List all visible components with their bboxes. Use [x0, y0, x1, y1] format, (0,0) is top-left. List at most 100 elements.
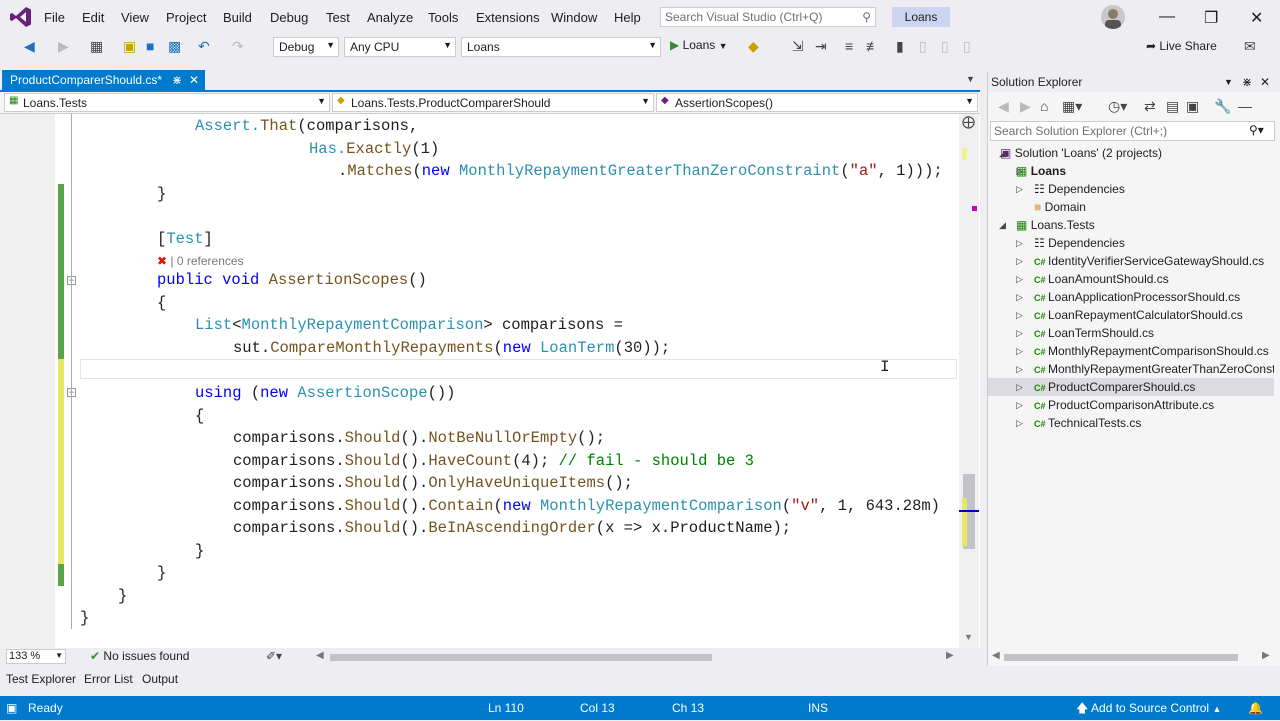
new-project-icon[interactable]: ▦	[90, 38, 103, 55]
menu-window[interactable]: Window	[551, 10, 597, 25]
split-icon[interactable]: ⨁	[962, 114, 975, 130]
scroll-left-icon[interactable]: ◀	[992, 650, 1000, 661]
close-icon[interactable]: ✕	[1260, 72, 1270, 92]
horizontal-scroll-thumb[interactable]	[1004, 654, 1238, 661]
collapse-all-icon[interactable]: ▤	[1166, 98, 1179, 115]
uncomment-icon[interactable]: ≢	[866, 38, 880, 54]
pending-changes-icon[interactable]: ◷▾	[1108, 98, 1127, 115]
startup-project-dropdown[interactable]: Loans ▼	[461, 37, 661, 57]
save-icon[interactable]: ■	[146, 38, 154, 54]
scroll-left-icon[interactable]: ◀	[316, 650, 324, 661]
tree-item-dependencies[interactable]: ☷ Dependencies	[1034, 234, 1125, 252]
add-to-source-control-button[interactable]: 🡅 Add to Source Control ▲	[1076, 696, 1221, 721]
tree-item-file[interactable]: C# LoanRepaymentCalculatorShould.cs	[1034, 306, 1243, 324]
member-dropdown[interactable]: ◆ AssertionScopes() ▼	[656, 93, 978, 112]
code-editor[interactable]: − − Assert.That(comparisons, Has.Exactly…	[0, 114, 980, 648]
tab-test-explorer[interactable]: Test Explorer	[6, 672, 76, 686]
vertical-scrollbar[interactable]: ⨁ ▼	[959, 114, 979, 648]
zoom-dropdown[interactable]: 133 % ▼	[6, 649, 66, 664]
attach-icon[interactable]: ◆	[748, 38, 759, 55]
menu-view[interactable]: View	[121, 10, 149, 25]
bookmark-icon[interactable]: ▮	[896, 38, 904, 55]
codelens-references[interactable]: ✖ | 0 references	[157, 254, 244, 268]
clear-bookmarks-icon[interactable]: ▯	[963, 38, 971, 55]
back-icon[interactable]: ◀	[998, 98, 1009, 115]
collapsed-arrow-icon[interactable]: ▷	[1016, 346, 1023, 357]
chevron-down-icon[interactable]: ▼	[1224, 72, 1233, 92]
menu-project[interactable]: Project	[166, 10, 206, 25]
tab-output[interactable]: Output	[142, 672, 178, 686]
switch-views-icon[interactable]: ▦▾	[1062, 98, 1082, 115]
close-icon[interactable]: ✕	[189, 70, 199, 90]
redo-icon[interactable]: ↷	[232, 38, 244, 55]
tree-item-dependencies[interactable]: ☷ Dependencies	[1034, 180, 1125, 198]
menu-file[interactable]: File	[44, 10, 65, 25]
collapsed-arrow-icon[interactable]: ▷	[1016, 292, 1023, 303]
expanded-arrow-icon[interactable]: ◢	[999, 220, 1006, 231]
tree-item-file[interactable]: C# TechnicalTests.cs	[1034, 414, 1141, 432]
expanded-arrow-icon[interactable]: ◢	[999, 148, 1006, 159]
back-icon[interactable]: ◀	[24, 38, 35, 55]
menu-test[interactable]: Test	[326, 10, 350, 25]
tree-item-file[interactable]: C# IdentityVerifierServiceGatewayShould.c…	[1034, 252, 1264, 270]
live-share-button[interactable]: ➦ Live Share	[1146, 39, 1217, 53]
configuration-dropdown[interactable]: Debug ▼	[273, 37, 339, 57]
forward-icon[interactable]: ▶	[1020, 98, 1031, 115]
collapsed-arrow-icon[interactable]: ▷	[1016, 274, 1023, 285]
show-all-files-icon[interactable]: ▣	[1186, 98, 1199, 115]
tree-item-domain[interactable]: ■ Domain	[1034, 198, 1086, 216]
collapsed-arrow-icon[interactable]: ▷	[1016, 400, 1023, 411]
tree-item-file[interactable]: C# MonthlyRepaymentComparisonShould.cs	[1034, 342, 1274, 360]
menu-help[interactable]: Help	[614, 10, 641, 25]
menu-analyze[interactable]: Analyze	[367, 10, 413, 25]
class-dropdown[interactable]: ◆ Loans.Tests.ProductComparerShould ▼	[332, 93, 654, 112]
avatar[interactable]	[1101, 5, 1125, 29]
collapsed-arrow-icon[interactable]: ▷	[1016, 418, 1023, 429]
properties-icon[interactable]: 🔧	[1214, 98, 1231, 115]
preview-icon[interactable]: —	[1238, 98, 1252, 114]
collapsed-arrow-icon[interactable]: ▷	[1016, 238, 1023, 249]
horizontal-scroll-thumb[interactable]	[330, 654, 712, 661]
undo-icon[interactable]: ↶	[198, 38, 210, 55]
solution-search-input[interactable]: Search Solution Explorer (Ctrl+;) ⚲▾	[990, 121, 1275, 141]
brush-icon[interactable]: ✐▾	[266, 649, 282, 663]
save-all-icon[interactable]: ▩	[168, 38, 181, 55]
open-folder-icon[interactable]: ▣	[123, 38, 136, 55]
tab-error-list[interactable]: Error List	[84, 672, 133, 686]
issues-indicator[interactable]: ✔ No issues found	[90, 649, 189, 663]
pin-icon[interactable]: ⋇	[1242, 72, 1252, 92]
menu-edit[interactable]: Edit	[82, 10, 104, 25]
platform-dropdown[interactable]: Any CPU ▼	[344, 37, 456, 57]
sync-icon[interactable]: ⇄	[1144, 98, 1156, 115]
comment-icon[interactable]: ≡	[845, 38, 853, 54]
menu-build[interactable]: Build	[223, 10, 252, 25]
tree-item-file-selected[interactable]: C# ProductComparerShould.cs	[1034, 378, 1195, 396]
tree-item-project-loans[interactable]: ▦ Loans	[1016, 162, 1066, 180]
collapsed-arrow-icon[interactable]: ▷	[1016, 310, 1023, 321]
restore-icon[interactable]: ❐	[1204, 8, 1218, 28]
step-icon[interactable]: ⇲	[792, 38, 804, 55]
solution-name-badge[interactable]: Loans	[892, 7, 950, 27]
chevron-down-icon[interactable]: ▼	[964, 632, 973, 642]
feedback-icon[interactable]: ✉	[1244, 38, 1256, 55]
menu-extensions[interactable]: Extensions	[476, 10, 540, 25]
tree-item-project-loans-tests[interactable]: ▦ Loans.Tests	[1016, 216, 1095, 234]
home-icon[interactable]: ⌂	[1040, 98, 1048, 114]
collapsed-arrow-icon[interactable]: ▷	[1016, 256, 1023, 267]
scroll-right-icon[interactable]: ▶	[946, 650, 954, 661]
project-dropdown[interactable]: ▦ Loans.Tests ▼	[4, 93, 330, 112]
pin-icon[interactable]: ⋇	[172, 70, 182, 90]
collapsed-arrow-icon[interactable]: ▷	[1016, 184, 1023, 195]
search-input[interactable]: Search Visual Studio (Ctrl+Q) ⚲	[660, 7, 876, 27]
menu-debug[interactable]: Debug	[270, 10, 308, 25]
menu-tools[interactable]: Tools	[428, 10, 458, 25]
prev-bookmark-icon[interactable]: ▯	[919, 38, 927, 55]
tree-item-file[interactable]: C# LoanTermShould.cs	[1034, 324, 1154, 342]
notifications-icon[interactable]: 🔔	[1248, 696, 1263, 720]
tree-item-solution[interactable]: ▣ Solution 'Loans' (2 projects)	[1000, 144, 1162, 162]
tree-item-file[interactable]: C# ProductComparisonAttribute.cs	[1034, 396, 1214, 414]
close-icon[interactable]: ✕	[1250, 8, 1263, 28]
collapsed-arrow-icon[interactable]: ▷	[1016, 382, 1023, 393]
tab-product-comparer-should[interactable]: ProductComparerShould.cs* ⋇ ✕	[2, 70, 205, 90]
collapsed-arrow-icon[interactable]: ▷	[1016, 364, 1023, 375]
